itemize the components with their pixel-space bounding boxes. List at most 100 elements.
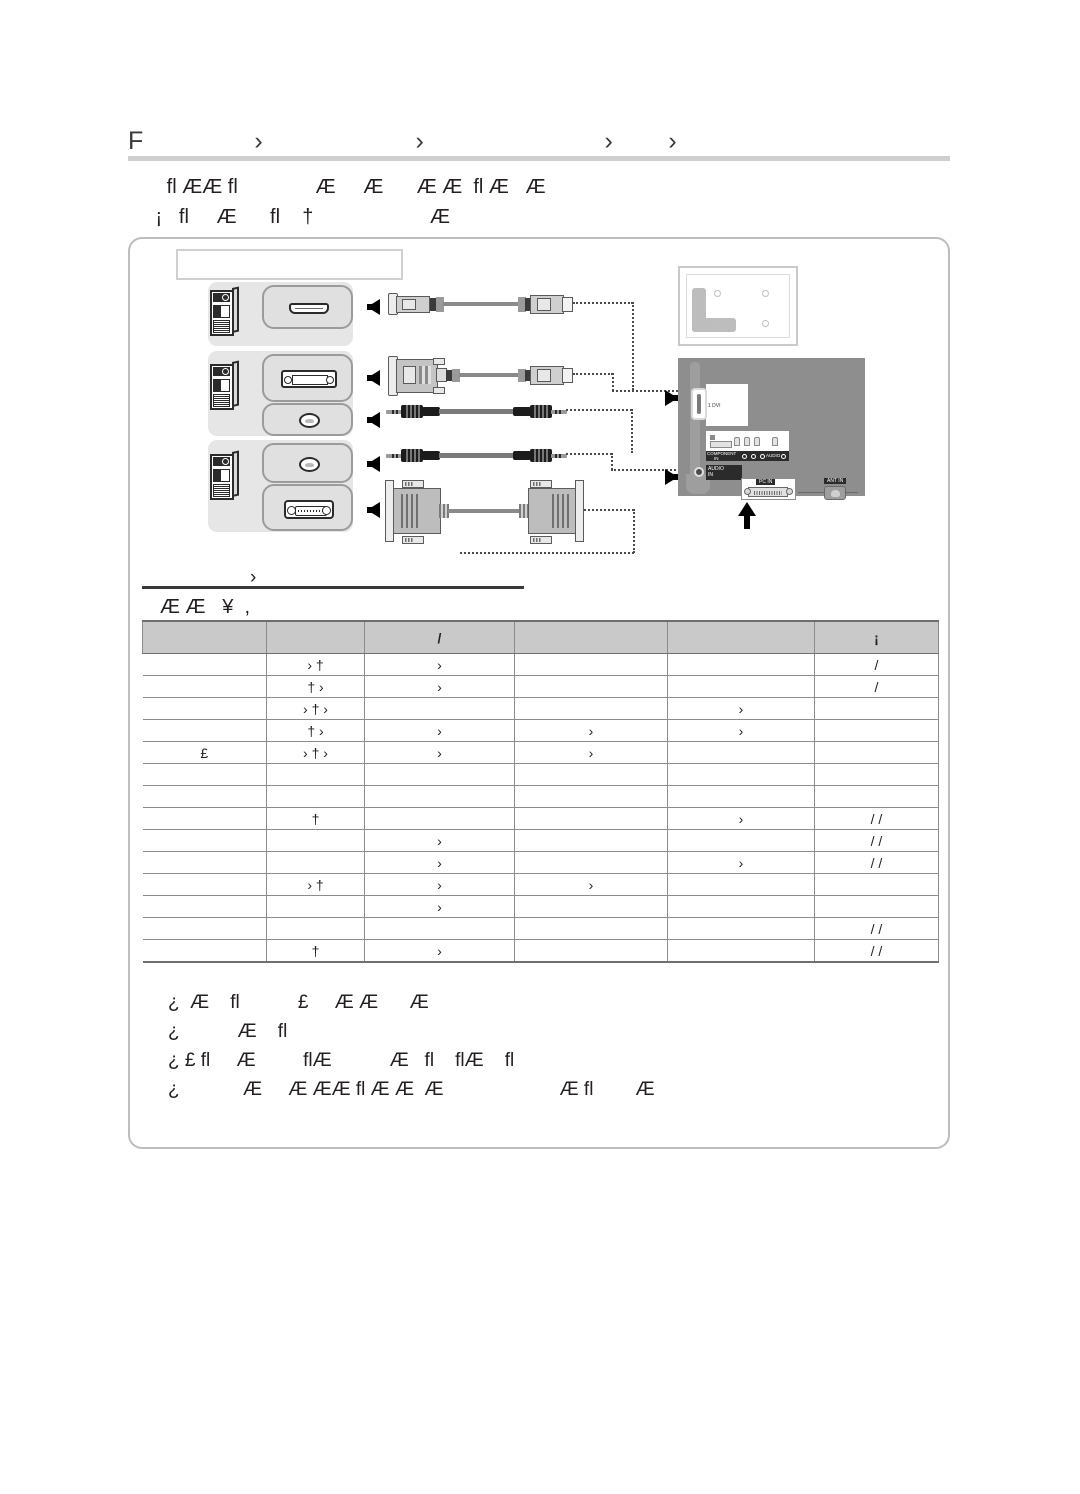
table-cell: › † (266, 653, 365, 676)
table-cell (364, 763, 515, 786)
intro-text: fl ÆÆ fl Æ Æ Æ Æ fl Æ Æ ¡ fl Æ fl † Æ (150, 172, 950, 232)
arrow-to-audio-port (367, 456, 380, 472)
table-cell: › (514, 741, 668, 764)
table-cell (667, 895, 815, 918)
table-cell (514, 807, 668, 830)
table-cell: › (364, 653, 515, 676)
tv-audio-in-jack (694, 467, 704, 477)
table-row: † › / / (142, 939, 939, 963)
table-cell (514, 829, 668, 852)
table-cell (142, 763, 267, 786)
table-cell (514, 763, 668, 786)
pc-audio-out-card (262, 443, 353, 483)
pc-tower-icon (210, 450, 239, 500)
table-cell (667, 653, 815, 676)
leader-dsub (633, 509, 635, 553)
col-header-5: ¡ (814, 620, 939, 654)
footnote-3: ¿ £ fl Æ flÆ Æ fl flÆ fl (168, 1050, 515, 1071)
tv-dvi-port (691, 388, 707, 420)
table-cell (814, 763, 939, 786)
table-cell (266, 917, 365, 940)
table-cell: › † › (266, 697, 365, 720)
page-header: F › › › › (128, 126, 950, 161)
col-header-0 (142, 620, 267, 654)
pc-dsub-port-card (262, 484, 353, 531)
table-cell: › (514, 719, 668, 742)
table-cell: › (364, 895, 515, 918)
manual-page: F › › › › fl ÆÆ fl Æ Æ Æ Æ fl Æ Æ ¡ fl Æ… (0, 0, 1080, 1494)
leader-dvi (573, 373, 613, 375)
arrow-to-audio-port (367, 412, 380, 428)
table-row: † › › / (142, 675, 939, 698)
pc-dvi-port-card (262, 354, 353, 402)
table-cell (814, 895, 939, 918)
header-rule (128, 156, 950, 161)
arrow-to-dvi-port (367, 370, 380, 386)
tv-component-label-bar: COMPONENT IN AUDIO (706, 451, 789, 461)
table-cell (142, 873, 267, 896)
arrow-to-tv-pc-in (738, 502, 756, 529)
page-title: F › › › › (128, 127, 677, 155)
table-cell: / (814, 675, 939, 698)
table-cell (814, 785, 939, 808)
table-cell: † › (266, 719, 365, 742)
pc-audio-out-card (262, 403, 353, 436)
arrow-to-dsub-port (367, 502, 380, 518)
table-cell (364, 917, 515, 940)
footnotes: ¿ Æ fl £ Æ Æ Æ ¿ Æ fl ¿ £ fl Æ flÆ Æ fl … (168, 988, 928, 1104)
table-cell (814, 697, 939, 720)
table-cell (142, 719, 267, 742)
table-cell (266, 763, 365, 786)
footnote-1: ¿ Æ fl £ Æ Æ Æ (168, 992, 429, 1013)
table-cell: / / (814, 807, 939, 830)
col-header-3 (514, 620, 668, 654)
table-cell (266, 829, 365, 852)
hdmi-port-icon (289, 303, 329, 314)
table-caption: Æ Æ ¥ , (160, 596, 251, 618)
table-cell (667, 741, 815, 764)
table-cell (667, 829, 815, 852)
table-cell (266, 895, 365, 918)
leader-audio-1 (631, 409, 633, 453)
table-cell: † (266, 939, 365, 963)
table-row (142, 763, 939, 786)
table-row: › † › › (142, 697, 939, 720)
tv-rear-view (678, 266, 798, 346)
table-cell: / / (814, 829, 939, 852)
table-row: › (142, 895, 939, 918)
table-cell (266, 851, 365, 874)
pc-tower-icon (210, 286, 239, 336)
table-cell: › † (266, 873, 365, 896)
table-cell (142, 829, 267, 852)
table-cell (667, 763, 815, 786)
table-header-row: / ¡ (142, 620, 939, 654)
footnote-2: ¿ Æ fl (168, 1021, 288, 1042)
leader-dsub-to-tv (460, 552, 634, 554)
table-row (142, 785, 939, 808)
table-cell: › (364, 829, 515, 852)
table-cell (142, 785, 267, 808)
table-cell (514, 675, 668, 698)
table-cell (142, 917, 267, 940)
connection-diagram: 1 DVI COMPONENT IN AUDIO AUDIO IN PC IN … (130, 240, 952, 570)
table-cell (514, 785, 668, 808)
tv-ant-in-jack (824, 486, 846, 500)
tv-component-label-in: IN (714, 456, 719, 461)
leader-audio-1 (566, 409, 632, 411)
table-cell: › (667, 719, 815, 742)
table-row: › † › › (142, 873, 939, 896)
leader-dvi (612, 373, 614, 391)
table-row: › † › / (142, 653, 939, 676)
tv-terminal-panel: 1 DVI COMPONENT IN AUDIO AUDIO IN PC IN … (678, 358, 865, 500)
table-cell: › (364, 675, 515, 698)
table-cell (514, 895, 668, 918)
table-cell (364, 785, 515, 808)
table-cell (814, 719, 939, 742)
col-header-2: / (364, 620, 515, 654)
col-header-1 (266, 620, 365, 654)
table-cell (514, 653, 668, 676)
table-cell (514, 939, 668, 963)
display-modes-table: / ¡ › † › / † › › / › † › › † › › › › £ › † › › › † › / / ›… (142, 620, 939, 963)
audio-jack-icon (299, 457, 320, 472)
table-row: † › / / (142, 807, 939, 830)
